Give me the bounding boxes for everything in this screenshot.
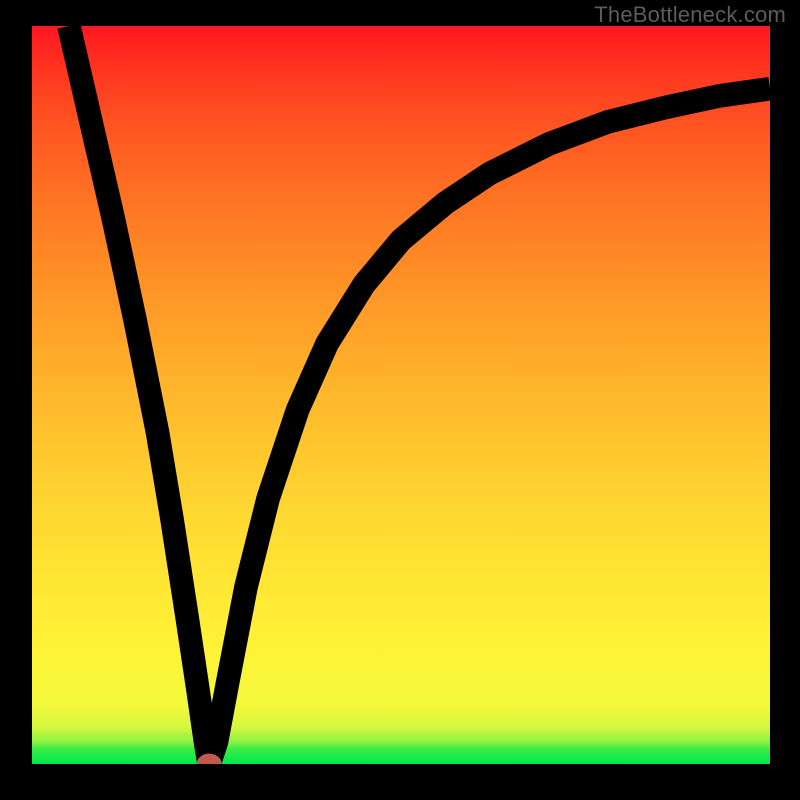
chart-frame: TheBottleneck.com: [0, 0, 800, 800]
plot-area: [32, 26, 770, 764]
optimum-marker: [200, 757, 218, 764]
watermark-text: TheBottleneck.com: [594, 2, 786, 28]
bottleneck-curve: [69, 26, 770, 764]
chart-svg: [32, 26, 770, 764]
